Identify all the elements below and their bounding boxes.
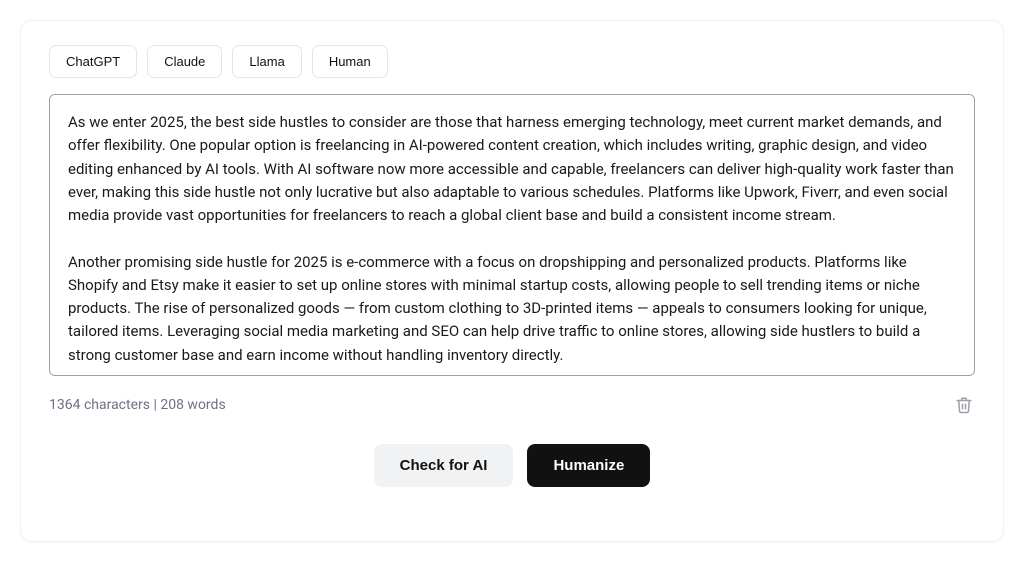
content-textarea[interactable] bbox=[49, 94, 975, 376]
editor-card: ChatGPT Claude Llama Human 1364 characte… bbox=[20, 20, 1004, 542]
char-word-count: 1364 characters | 208 words bbox=[49, 397, 226, 413]
check-for-ai-button[interactable]: Check for AI bbox=[374, 444, 514, 487]
delete-button[interactable] bbox=[953, 394, 975, 416]
tab-llama[interactable]: Llama bbox=[232, 45, 301, 78]
model-tabs: ChatGPT Claude Llama Human bbox=[49, 45, 975, 78]
tab-claude[interactable]: Claude bbox=[147, 45, 222, 78]
tab-human[interactable]: Human bbox=[312, 45, 388, 78]
humanize-button[interactable]: Humanize bbox=[527, 444, 650, 487]
action-buttons: Check for AI Humanize bbox=[49, 444, 975, 487]
tab-chatgpt[interactable]: ChatGPT bbox=[49, 45, 137, 78]
meta-row: 1364 characters | 208 words bbox=[49, 394, 975, 416]
text-input-wrap bbox=[49, 94, 975, 380]
trash-icon bbox=[955, 396, 973, 414]
